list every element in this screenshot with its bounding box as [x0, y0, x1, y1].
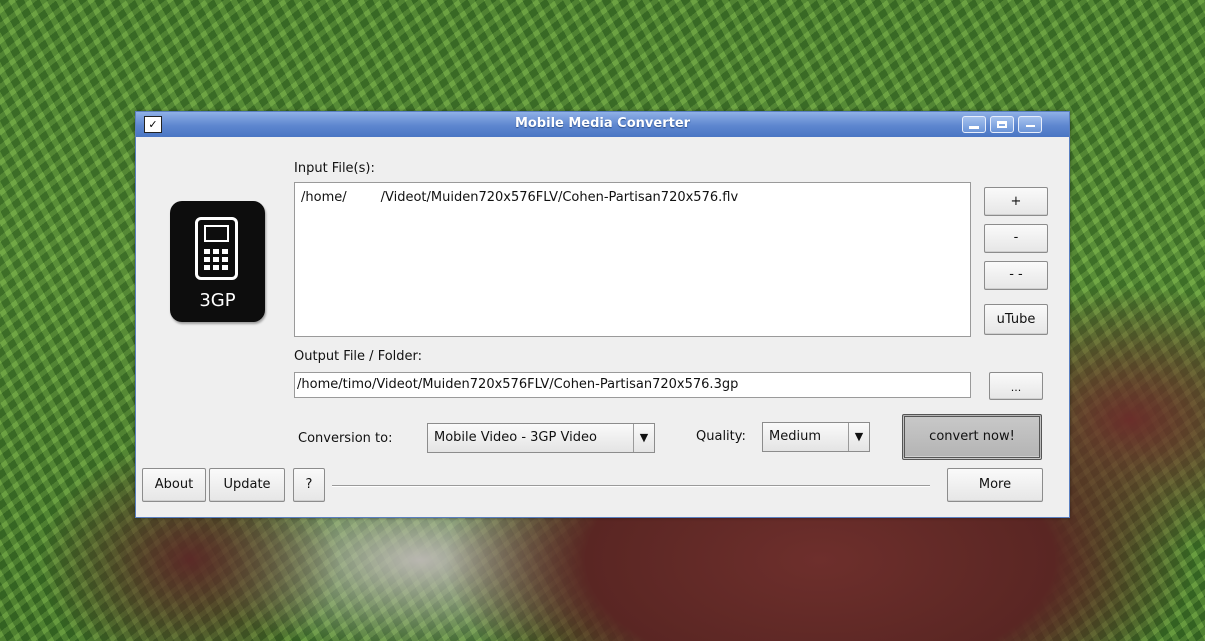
input-files-label: Input File(s):	[294, 161, 375, 176]
phone-keypad	[204, 248, 229, 270]
window-title: Mobile Media Converter	[514, 116, 691, 131]
maximize-icon	[997, 121, 1007, 128]
about-button[interactable]: About	[142, 468, 206, 502]
output-label: Output File / Folder:	[294, 349, 423, 364]
chevron-down-icon[interactable]: ▼	[633, 424, 654, 452]
minimize-icon	[969, 126, 979, 129]
separator	[332, 485, 930, 487]
maximize-button[interactable]	[990, 116, 1014, 133]
close-icon	[1026, 125, 1035, 127]
add-file-button[interactable]: +	[984, 187, 1048, 216]
utube-button[interactable]: uTube	[984, 304, 1048, 335]
more-button[interactable]: More	[947, 468, 1043, 502]
app-window: ✓ Mobile Media Converter 3GP Input File(…	[135, 111, 1070, 518]
close-button[interactable]	[1018, 116, 1042, 133]
remove-all-button[interactable]: - -	[984, 261, 1048, 290]
app-logo: 3GP	[170, 201, 265, 322]
help-button[interactable]: ?	[293, 468, 325, 502]
minimize-button[interactable]	[962, 116, 986, 133]
conversion-select[interactable]: Mobile Video - 3GP Video ▼	[427, 423, 655, 453]
mobile-phone-icon	[195, 217, 238, 280]
quality-selected: Medium	[769, 429, 821, 444]
phone-screen	[204, 225, 229, 242]
quality-label: Quality:	[696, 429, 746, 444]
remove-file-button[interactable]: -	[984, 224, 1048, 253]
input-files-list[interactable]: /home/ /Videot/Muiden720x576FLV/Cohen-Par…	[294, 182, 971, 337]
quality-select[interactable]: Medium ▼	[762, 422, 870, 452]
logo-text: 3GP	[199, 290, 236, 311]
browse-button[interactable]: ...	[989, 372, 1043, 400]
conversion-selected: Mobile Video - 3GP Video	[434, 430, 597, 445]
update-button[interactable]: Update	[209, 468, 285, 502]
file-path-part1: /home/	[301, 190, 347, 205]
file-path-part2: /Videot/Muiden720x576FLV/Cohen-Partisan7…	[380, 190, 739, 205]
output-path-field[interactable]: /home/timo/Videot/Muiden720x576FLV/Cohen…	[294, 372, 971, 398]
list-item[interactable]: /home/ /Videot/Muiden720x576FLV/Cohen-Par…	[301, 190, 738, 205]
title-bar[interactable]: ✓ Mobile Media Converter	[136, 112, 1069, 137]
convert-now-button[interactable]: convert now!	[902, 414, 1042, 460]
conversion-label: Conversion to:	[298, 431, 393, 446]
chevron-down-icon[interactable]: ▼	[848, 423, 869, 451]
